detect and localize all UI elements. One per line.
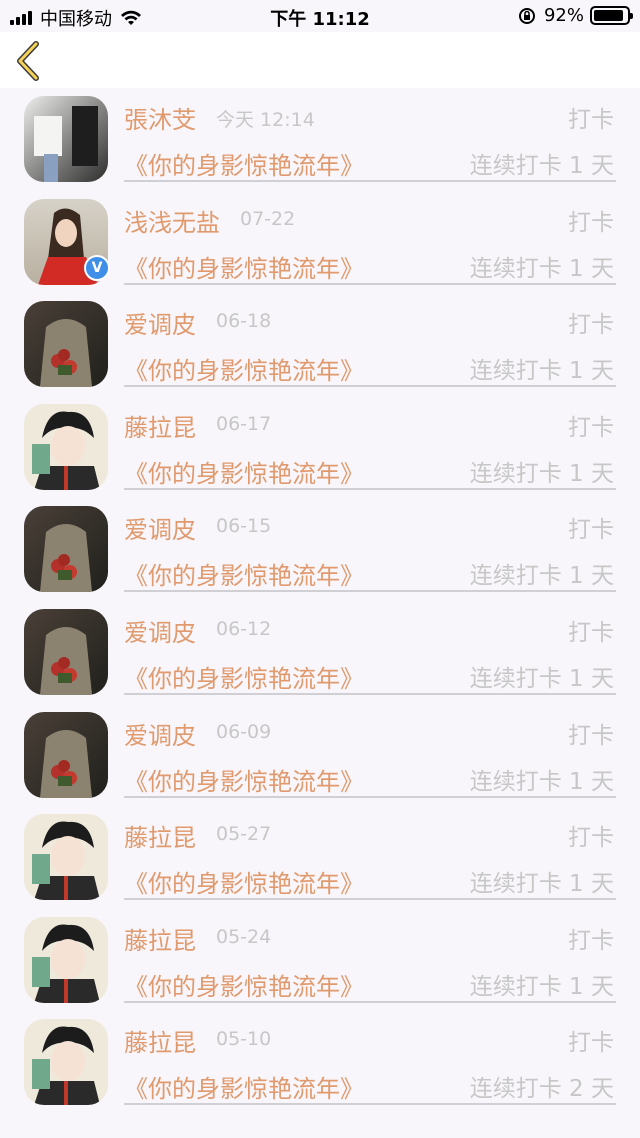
rotation-lock-icon bbox=[518, 7, 535, 24]
back-button[interactable] bbox=[10, 38, 50, 82]
checkin-date: 06-18 bbox=[216, 310, 272, 333]
divider bbox=[124, 180, 616, 182]
avatar[interactable] bbox=[24, 96, 108, 182]
user-name[interactable]: 爱调皮 bbox=[124, 305, 196, 340]
song-title[interactable]: 《你的身影惊艳流年》 bbox=[124, 659, 364, 694]
battery-icon bbox=[590, 6, 633, 25]
divider bbox=[124, 898, 616, 901]
user-name[interactable]: 藤拉昆 bbox=[124, 818, 196, 853]
divider bbox=[124, 487, 616, 490]
checkin-date: 05-24 bbox=[216, 925, 272, 948]
user-name[interactable]: 浅浅无盐 bbox=[124, 203, 220, 238]
checkin-date: 06-09 bbox=[216, 720, 272, 743]
checkin-date: 06-17 bbox=[216, 412, 272, 435]
streak-count: 连续打卡 1 天 bbox=[469, 665, 614, 692]
user-name[interactable]: 藤拉昆 bbox=[124, 921, 196, 956]
checkin-date: 06-12 bbox=[216, 617, 272, 640]
avatar[interactable] bbox=[24, 814, 108, 901]
list-item[interactable]: 爱调皮 06-18 打卡《你的身影惊艳流年》 连续打卡 1 天 bbox=[0, 293, 640, 396]
streak-count: 连续打卡 1 天 bbox=[469, 871, 614, 898]
avatar[interactable] bbox=[24, 301, 108, 388]
checkin-action-label: 打卡 bbox=[568, 927, 614, 954]
avatar[interactable] bbox=[24, 608, 108, 695]
streak-count: 连续打卡 1 天 bbox=[469, 768, 614, 795]
list-item[interactable]: 藤拉昆 05-27 打卡《你的身影惊艳流年》 连续打卡 1 天 bbox=[0, 806, 640, 909]
divider bbox=[124, 590, 616, 593]
song-title[interactable]: 《你的身影惊艳流年》 bbox=[124, 556, 364, 591]
checkin-date: 05-10 bbox=[216, 1028, 272, 1051]
checkin-action-label: 打卡 bbox=[568, 107, 614, 133]
checkin-date: 今天 12:14 bbox=[216, 109, 315, 131]
avatar[interactable] bbox=[24, 1019, 108, 1106]
song-title[interactable]: 《你的身影惊艳流年》 bbox=[124, 146, 364, 181]
user-name[interactable]: 爱调皮 bbox=[124, 613, 196, 648]
avatar[interactable] bbox=[24, 403, 108, 490]
checkin-action-label: 打卡 bbox=[568, 414, 614, 441]
streak-count: 连续打卡 1 天 bbox=[469, 973, 614, 1000]
list-item[interactable]: 爱调皮 06-09 打卡《你的身影惊艳流年》 连续打卡 1 天 bbox=[0, 704, 640, 807]
streak-count: 连续打卡 1 天 bbox=[469, 153, 614, 179]
divider bbox=[124, 1103, 616, 1106]
avatar[interactable] bbox=[24, 506, 108, 593]
divider bbox=[124, 282, 616, 285]
status-right: 92% bbox=[518, 5, 633, 26]
battery-percent: 92% bbox=[543, 5, 584, 26]
checkin-action-label: 打卡 bbox=[568, 312, 614, 339]
divider bbox=[124, 795, 616, 798]
list-item[interactable]: 爱调皮 06-12 打卡《你的身影惊艳流年》 连续打卡 1 天 bbox=[0, 601, 640, 704]
chevron-left-icon bbox=[17, 41, 39, 81]
checkin-date: 07-22 bbox=[240, 207, 296, 230]
verified-badge-icon: V bbox=[84, 254, 110, 281]
checkin-action-label: 打卡 bbox=[568, 209, 614, 236]
checkin-date: 06-15 bbox=[216, 515, 272, 538]
checkin-record-list: 張沐芠 今天 12:14 打卡 《你的身影惊艳流年》 连续打卡 1 天浅浅无盐 07-22… bbox=[0, 88, 640, 1114]
divider bbox=[124, 1000, 616, 1003]
list-item[interactable]: 爱调皮 06-15 打卡《你的身影惊艳流年》 连续打卡 1 天 bbox=[0, 498, 640, 601]
song-title[interactable]: 《你的身影惊艳流年》 bbox=[124, 762, 364, 797]
song-title[interactable]: 《你的身影惊艳流年》 bbox=[124, 967, 364, 1002]
song-title[interactable]: 《你的身影惊艳流年》 bbox=[124, 351, 364, 386]
streak-count: 连续打卡 1 天 bbox=[469, 255, 614, 282]
song-title[interactable]: 《你的身影惊艳流年》 bbox=[124, 249, 364, 284]
list-item[interactable]: 藤拉昆 05-10 打卡《你的身影惊艳流年》 连续打卡 2 天 bbox=[0, 1011, 640, 1114]
list-item[interactable]: 藤拉昆 05-24 打卡《你的身影惊艳流年》 连续打卡 1 天 bbox=[0, 909, 640, 1012]
song-title[interactable]: 《你的身影惊艳流年》 bbox=[124, 1069, 364, 1104]
list-item[interactable]: 浅浅无盐 07-22 打卡《你的身影惊艳流年》 连续打卡 1 天 V bbox=[0, 191, 640, 294]
user-name[interactable]: 藤拉昆 bbox=[124, 408, 196, 443]
checkin-action-label: 打卡 bbox=[568, 825, 614, 852]
song-title[interactable]: 《你的身影惊艳流年》 bbox=[124, 454, 364, 489]
list-item[interactable]: 藤拉昆 06-17 打卡《你的身影惊艳流年》 连续打卡 1 天 bbox=[0, 396, 640, 499]
status-bar: 中国移动 下午 11:12 92% bbox=[0, 0, 640, 32]
checkin-action-label: 打卡 bbox=[568, 619, 614, 646]
checkin-date: 05-27 bbox=[216, 823, 272, 846]
streak-count: 连续打卡 1 天 bbox=[469, 460, 614, 487]
song-title[interactable]: 《你的身影惊艳流年》 bbox=[124, 864, 364, 899]
user-name[interactable]: 藤拉昆 bbox=[124, 1023, 196, 1058]
streak-count: 连续打卡 1 天 bbox=[469, 358, 614, 385]
divider bbox=[124, 385, 616, 388]
user-name[interactable]: 爱调皮 bbox=[124, 510, 196, 545]
checkin-action-label: 打卡 bbox=[568, 722, 614, 749]
avatar[interactable] bbox=[24, 711, 108, 798]
user-name[interactable]: 張沐芠 bbox=[124, 100, 196, 135]
list-item[interactable]: 張沐芠 今天 12:14 打卡《你的身影惊艳流年》 连续打卡 1 天 bbox=[0, 88, 640, 191]
avatar[interactable] bbox=[24, 916, 108, 1003]
battery-fill bbox=[594, 10, 624, 21]
nav-bar bbox=[0, 32, 640, 88]
checkin-action-label: 打卡 bbox=[568, 517, 614, 544]
user-name[interactable]: 爱调皮 bbox=[124, 716, 196, 751]
streak-count: 连续打卡 1 天 bbox=[469, 563, 614, 590]
divider bbox=[124, 692, 616, 695]
streak-count: 连续打卡 2 天 bbox=[469, 1076, 614, 1103]
checkin-action-label: 打卡 bbox=[568, 1030, 614, 1057]
